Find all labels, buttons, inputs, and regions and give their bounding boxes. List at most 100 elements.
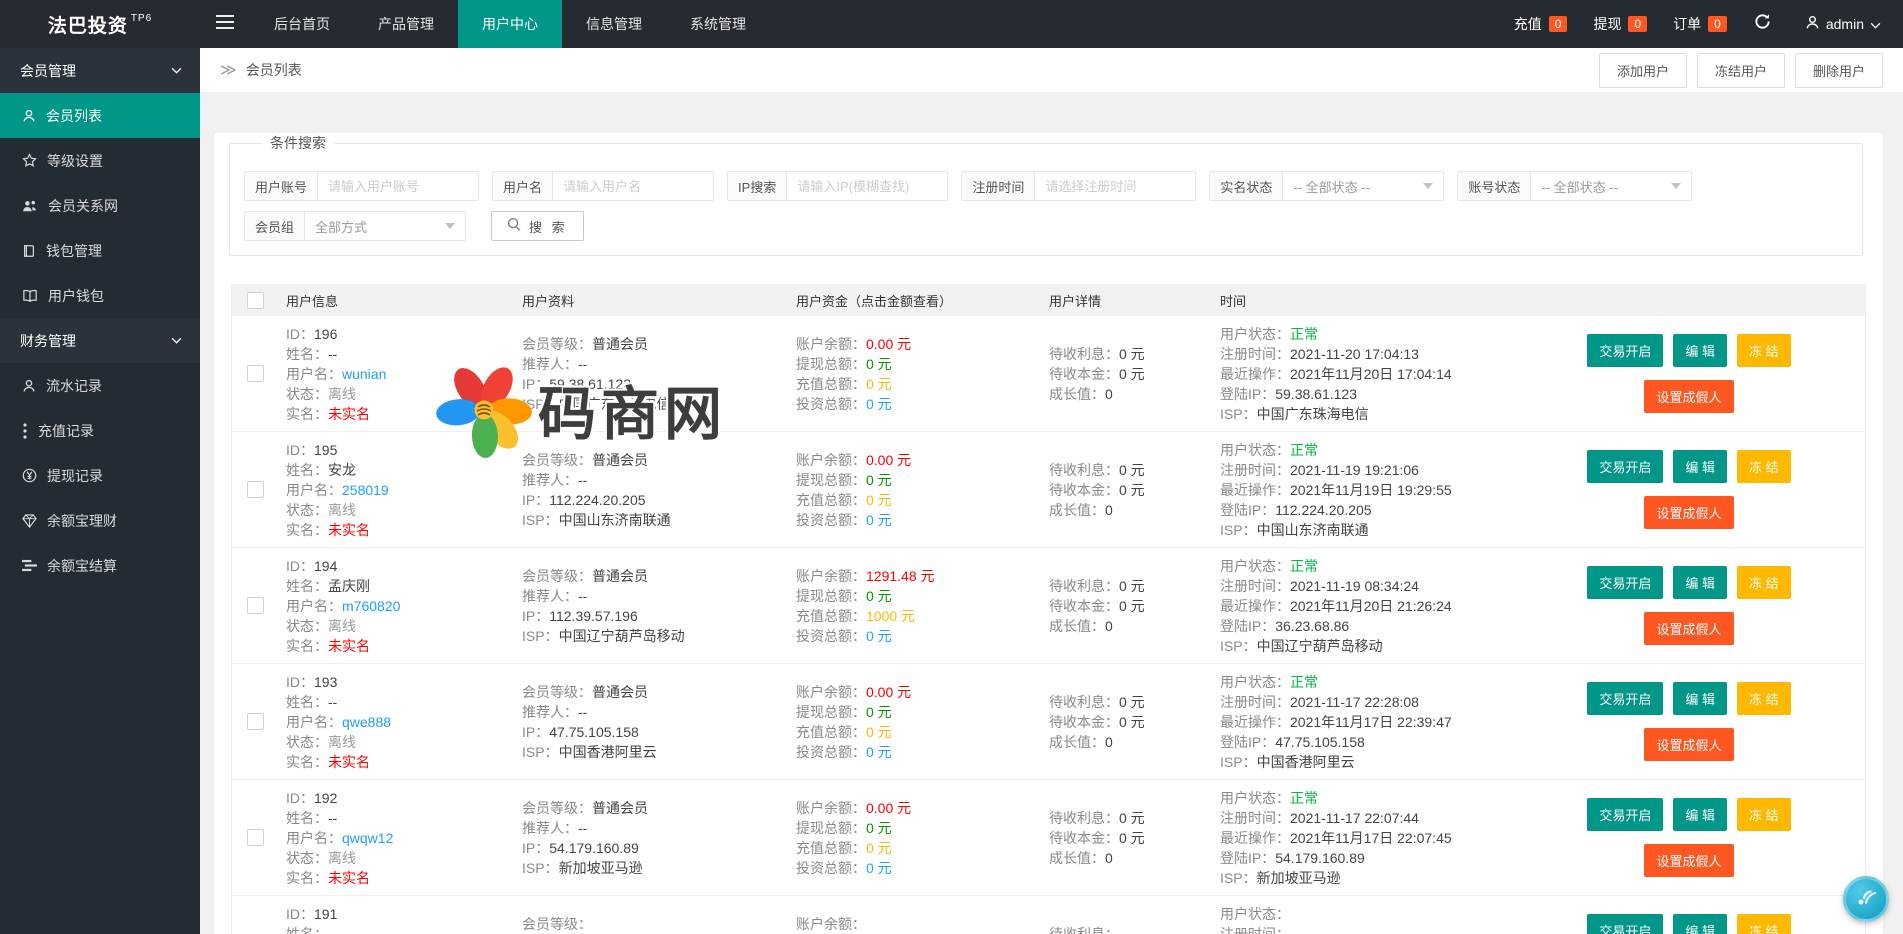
search-select-6[interactable]: -- 全部状态 -- — [1530, 171, 1692, 201]
field-label-withdraw: 提现总额： — [796, 586, 866, 606]
member-group-select[interactable]: 全部方式 — [304, 211, 466, 241]
trade-toggle-button[interactable]: 交易开启 — [1587, 450, 1663, 483]
member-row-193: ID：193姓名：--用户名：qwe888状态：离线实名：未实名会员等级：普通会… — [232, 663, 1865, 779]
field-line-username: 用户名：qwe888 — [286, 712, 514, 732]
nav-item-label: 用户中心 — [482, 14, 538, 34]
menu-toggle-button[interactable] — [200, 0, 250, 48]
search-input-3[interactable] — [786, 171, 948, 201]
select-all-checkbox[interactable] — [247, 292, 264, 309]
trade-toggle-button[interactable]: 交易开启 — [1587, 914, 1663, 934]
member-id: 192 — [314, 788, 337, 808]
field-line-level: 会员等级：普通会员 — [522, 682, 788, 702]
edit-button[interactable]: 编 辑 — [1673, 566, 1727, 599]
trade-toggle-button[interactable]: 交易开启 — [1587, 798, 1663, 831]
row-checkbox[interactable] — [247, 481, 264, 498]
search-select-5[interactable]: -- 全部状态 -- — [1282, 171, 1444, 201]
field-line-level: 会员等级： — [522, 914, 788, 934]
field-line-growth: 成长值：0 — [1049, 732, 1212, 752]
member-id: 194 — [314, 556, 337, 576]
field-label-level: 会员等级： — [522, 450, 592, 470]
set-fake-button[interactable]: 设置成假人 — [1644, 844, 1733, 877]
freeze-button[interactable]: 冻 结 — [1737, 798, 1791, 831]
sidebar-item-2-4[interactable]: 余额宝理财 — [0, 498, 200, 543]
field-label-growth: 成长值： — [1049, 500, 1105, 520]
add-user-button[interactable]: 添加用户 — [1599, 53, 1687, 88]
freeze-user-button[interactable]: 冻结用户 — [1697, 53, 1785, 88]
member-status: 离线 — [328, 616, 356, 636]
search-button[interactable]: 搜 索 — [491, 211, 584, 241]
freeze-button[interactable]: 冻 结 — [1737, 566, 1791, 599]
nav-item-2[interactable]: 产品管理 — [354, 0, 458, 48]
sidebar-item-1-1[interactable]: 会员列表 — [0, 93, 200, 138]
field-label-recharge: 充值总额： — [796, 606, 866, 626]
set-fake-button[interactable]: 设置成假人 — [1644, 612, 1733, 645]
member-login_ip: 112.224.20.205 — [1275, 500, 1371, 520]
edit-button[interactable]: 编 辑 — [1673, 682, 1727, 715]
sidebar-item-2-3[interactable]: 提现记录 — [0, 453, 200, 498]
member-level: 普通会员 — [592, 334, 648, 354]
dots-icon — [22, 423, 28, 439]
sidebar-item-1-3[interactable]: 会员关系网 — [0, 183, 200, 228]
member-login_ip: 54.179.160.89 — [1275, 848, 1365, 868]
sidebar-item-2-1[interactable]: 流水记录 — [0, 363, 200, 408]
field-label-isp: ISP： — [522, 394, 559, 414]
user-menu[interactable]: admin — [1785, 15, 1887, 33]
member-withdraw: 0 元 — [866, 354, 892, 374]
trade-toggle-button[interactable]: 交易开启 — [1587, 682, 1663, 715]
field-label-isp: ISP： — [522, 510, 559, 530]
sidebar-item-1-2[interactable]: 等级设置 — [0, 138, 200, 183]
field-label-isp: ISP： — [522, 858, 559, 878]
trade-toggle-button[interactable]: 交易开启 — [1587, 566, 1663, 599]
member-isp: 中国山东济南联通 — [559, 510, 671, 530]
delete-user-button[interactable]: 删除用户 — [1795, 53, 1883, 88]
hamburger-icon — [216, 15, 234, 34]
search-input-4[interactable] — [1034, 171, 1196, 201]
action-label: 交易开启 — [1599, 576, 1651, 591]
sidebar-item-1-4[interactable]: 钱包管理 — [0, 228, 200, 273]
search-input-1[interactable] — [317, 171, 479, 201]
row-checkbox[interactable] — [247, 365, 264, 382]
sidebar-group-1[interactable]: 会员管理 — [0, 48, 200, 93]
set-fake-button[interactable]: 设置成假人 — [1644, 728, 1733, 761]
freeze-button[interactable]: 冻 结 — [1737, 334, 1791, 367]
sidebar-item-2-2[interactable]: 充值记录 — [0, 408, 200, 453]
nav-item-3[interactable]: 用户中心 — [458, 0, 562, 48]
column-header: 用户资金（点击金额查看） — [796, 291, 1049, 310]
set-fake-button[interactable]: 设置成假人 — [1644, 380, 1733, 413]
row-checkbox[interactable] — [247, 829, 264, 846]
set-fake-button[interactable]: 设置成假人 — [1644, 496, 1733, 529]
freeze-button[interactable]: 冻 结 — [1737, 682, 1791, 715]
refresh-button[interactable] — [1740, 13, 1785, 35]
nav-item-5[interactable]: 系统管理 — [666, 0, 770, 48]
edit-button[interactable]: 编 辑 — [1673, 914, 1727, 934]
floating-action-button[interactable] — [1843, 876, 1889, 922]
row-checkbox[interactable] — [247, 597, 264, 614]
member-realname: 未实名 — [328, 404, 370, 424]
field-line-isp: ISP：中国香港阿里云 — [522, 742, 788, 762]
sidebar-item-2-5[interactable]: 余额宝结算 — [0, 543, 200, 588]
sidebar-group-2[interactable]: 财务管理 — [0, 318, 200, 363]
edit-button[interactable]: 编 辑 — [1673, 334, 1727, 367]
field-label-reg: 注册时间： — [1220, 692, 1290, 712]
field-label-interest: 待收利息： — [1049, 344, 1119, 364]
app-logo-badge: TP6 — [131, 13, 152, 24]
action-label: 设置成假人 — [1656, 738, 1721, 753]
cell-details: 待收利息：0 元待收本金：0 元成长值：0 — [1049, 664, 1220, 779]
member-level: 普通会员 — [592, 682, 648, 702]
nav-item-1[interactable]: 后台首页 — [250, 0, 354, 48]
edit-button[interactable]: 编 辑 — [1673, 450, 1727, 483]
freeze-button[interactable]: 冻 结 — [1737, 914, 1791, 934]
topbar-stat-2[interactable]: 提现0 — [1580, 14, 1660, 34]
edit-button[interactable]: 编 辑 — [1673, 798, 1727, 831]
nav-item-4[interactable]: 信息管理 — [562, 0, 666, 48]
sidebar-item-1-5[interactable]: 用户钱包 — [0, 273, 200, 318]
freeze-button[interactable]: 冻 结 — [1737, 450, 1791, 483]
member-login_isp: 中国辽宁葫芦岛移动 — [1257, 636, 1383, 656]
search-input-2[interactable] — [552, 171, 714, 201]
trade-toggle-button[interactable]: 交易开启 — [1587, 334, 1663, 367]
field-label-referrer: 推荐人： — [522, 702, 578, 722]
topbar-stat-1[interactable]: 充值0 — [1501, 14, 1581, 34]
member-referrer: -- — [578, 818, 587, 838]
row-checkbox[interactable] — [247, 713, 264, 730]
topbar-stat-3[interactable]: 订单0 — [1660, 14, 1740, 34]
